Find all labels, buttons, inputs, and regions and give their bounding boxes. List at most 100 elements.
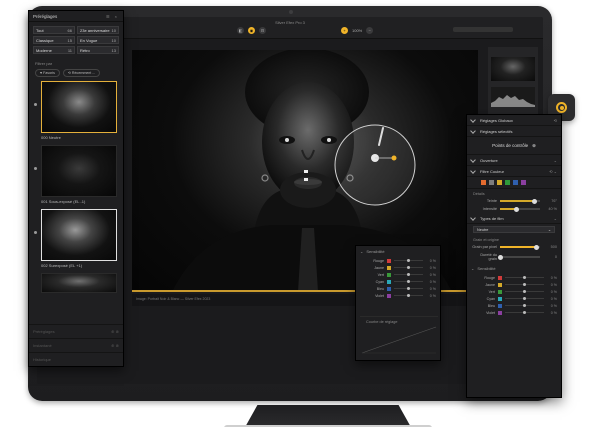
sensitivity-row[interactable]: Vert 0 %	[356, 271, 440, 278]
slider-row[interactable]: Dureté du grain 0	[467, 251, 561, 263]
preset-item[interactable]: 002 Surexposé (EL +1)	[33, 209, 119, 270]
sensitivity-slider[interactable]	[394, 259, 423, 262]
category-moderne[interactable]: Moderne 11	[33, 46, 75, 54]
slider-handle[interactable]	[407, 294, 410, 297]
recent-filter[interactable]: ⟲ Récemment ...	[62, 69, 101, 77]
slider-handle[interactable]	[498, 254, 503, 260]
sensitivity-slider[interactable]	[505, 311, 544, 314]
slider-row[interactable]: Intensité 40 %	[467, 205, 561, 213]
section-selective-adjustments[interactable]: Réglages sélectifs	[467, 126, 561, 137]
single-view-button[interactable]: ◉	[248, 27, 255, 34]
slider-track[interactable]	[500, 244, 540, 250]
slider-handle[interactable]	[532, 198, 537, 204]
sensitivity-label: Cyan	[486, 296, 495, 301]
sensitivity-row[interactable]: Rouge 0 %	[356, 257, 440, 264]
reset-icon[interactable]: ⟲	[554, 118, 557, 123]
preset-thumbnail[interactable]	[41, 273, 117, 293]
slider-track[interactable]	[500, 206, 540, 212]
zoom-out-button[interactable]: −	[366, 27, 374, 34]
sensitivity-header[interactable]: ⌄ Sensibilité	[467, 263, 561, 274]
compare-view-button[interactable]: ⊟	[259, 27, 266, 34]
slider-handle[interactable]	[514, 206, 519, 212]
sensitivity-row[interactable]: Violet 0 %	[356, 292, 440, 299]
sensitivity-row[interactable]: Violet 0 %	[467, 309, 561, 316]
panel-menu-icon[interactable]: ☰ ×	[106, 14, 119, 19]
sensitivity-row[interactable]: Vert 0 %	[467, 288, 561, 295]
preset-item[interactable]	[33, 273, 119, 293]
sensitivity-row[interactable]: Rouge 0 %	[467, 274, 561, 281]
reset-icon[interactable]: ⟲ ⌄	[549, 169, 557, 174]
category-classique[interactable]: Classique 15	[33, 36, 75, 44]
slider-handle[interactable]	[523, 311, 526, 314]
category-tout[interactable]: Tout 66	[33, 26, 75, 34]
slider-label: Teinte	[486, 199, 497, 203]
sensitivity-row[interactable]: Bleu 0 %	[467, 302, 561, 309]
slider-label: Dureté du grain	[480, 253, 497, 261]
category-anniversaire[interactable]: 23e anniversaire 10	[77, 26, 119, 34]
navigator-thumbnail[interactable]	[491, 57, 535, 81]
slider-handle[interactable]	[407, 287, 410, 290]
slider-handle[interactable]	[523, 276, 526, 279]
slider-handle[interactable]	[523, 304, 526, 307]
favorites-filter[interactable]: ♥ Favoris	[35, 69, 60, 77]
control-points-button[interactable]: Points de contrôle ⊕	[467, 137, 561, 155]
slider-handle[interactable]	[407, 266, 410, 269]
sensitivity-row[interactable]: Jaune 0 %	[356, 264, 440, 271]
sensitivity-slider[interactable]	[505, 297, 544, 300]
preset-thumbnail[interactable]	[41, 145, 117, 197]
sensitivity-slider[interactable]	[505, 283, 544, 286]
sensitivity-slider[interactable]	[505, 290, 544, 293]
section-snapshot[interactable]: Instantané ⊕ ⊗	[29, 338, 123, 352]
split-view-button[interactable]: ◧	[237, 27, 244, 34]
slider-handle[interactable]	[523, 290, 526, 293]
sensitivity-slider[interactable]	[394, 266, 423, 269]
slider-track[interactable]	[500, 198, 540, 204]
section-color-filter[interactable]: Filtre Couleur ⟲ ⌄	[467, 166, 561, 177]
preset-item[interactable]: 001 Sous-exposé (EL -1)	[33, 145, 119, 206]
section-film-type[interactable]: Types de film ⌄	[467, 213, 561, 224]
zoom-button[interactable]: +	[341, 27, 348, 34]
slider-handle[interactable]	[407, 280, 410, 283]
sensitivity-row[interactable]: Jaune 0 %	[467, 281, 561, 288]
slider-row[interactable]: Grain par pixel 500	[467, 243, 561, 251]
category-en-vogue[interactable]: En Vogue 10	[77, 36, 119, 44]
slider-handle[interactable]	[523, 297, 526, 300]
category-retro[interactable]: Rétro 13	[77, 46, 119, 54]
slider-row[interactable]: Teinte 76°	[467, 197, 561, 205]
slider-track[interactable]	[498, 254, 540, 260]
sensitivity-row[interactable]: Cyan 0 %	[356, 278, 440, 285]
sensitivity-row[interactable]: Cyan 0 %	[467, 295, 561, 302]
sensitivity-slider[interactable]	[394, 280, 423, 283]
sensitivity-value: 0 %	[550, 289, 557, 294]
color-swatch[interactable]	[505, 180, 510, 185]
color-swatch[interactable]	[497, 180, 502, 185]
film-type-select[interactable]: Neutre ⌄	[473, 226, 555, 233]
preset-thumbnail[interactable]	[41, 81, 117, 133]
sensitivity-row[interactable]: Bleu 0 %	[356, 285, 440, 292]
sensitivity-header[interactable]: ⌄ Sensibilité	[356, 246, 440, 257]
chevron-down-icon[interactable]: ⌄	[554, 158, 557, 163]
sensitivity-slider[interactable]	[394, 287, 423, 290]
toolbar-search[interactable]	[453, 27, 513, 32]
section-global-adjustments[interactable]: Réglages Globaux ⟲	[467, 115, 561, 126]
slider-handle[interactable]	[407, 259, 410, 262]
section-opening[interactable]: Ouverture ⌄	[467, 155, 561, 166]
color-swatch[interactable]	[481, 180, 486, 185]
sensitivity-slider[interactable]	[505, 276, 544, 279]
color-swatch[interactable]	[489, 180, 494, 185]
preset-thumbnail[interactable]	[41, 209, 117, 261]
section-presets[interactable]: Préréglages ⊕ ⊗	[29, 324, 123, 338]
sensitivity-slider[interactable]	[505, 304, 544, 307]
color-swatch[interactable]	[521, 180, 526, 185]
preset-item[interactable]: 000 Neutre	[33, 81, 119, 142]
sensitivity-slider[interactable]	[394, 273, 423, 276]
slider-handle[interactable]	[534, 244, 539, 250]
control-point-radius[interactable]	[334, 124, 416, 206]
slider-handle[interactable]	[523, 283, 526, 286]
slider-handle[interactable]	[407, 273, 410, 276]
sensitivity-slider[interactable]	[394, 294, 423, 297]
section-history[interactable]: Historique	[29, 352, 123, 366]
chevron-down-icon[interactable]: ⌄	[554, 216, 557, 221]
color-swatch[interactable]	[513, 180, 518, 185]
adjustment-curve[interactable]: Courbe de réglage	[360, 316, 438, 356]
